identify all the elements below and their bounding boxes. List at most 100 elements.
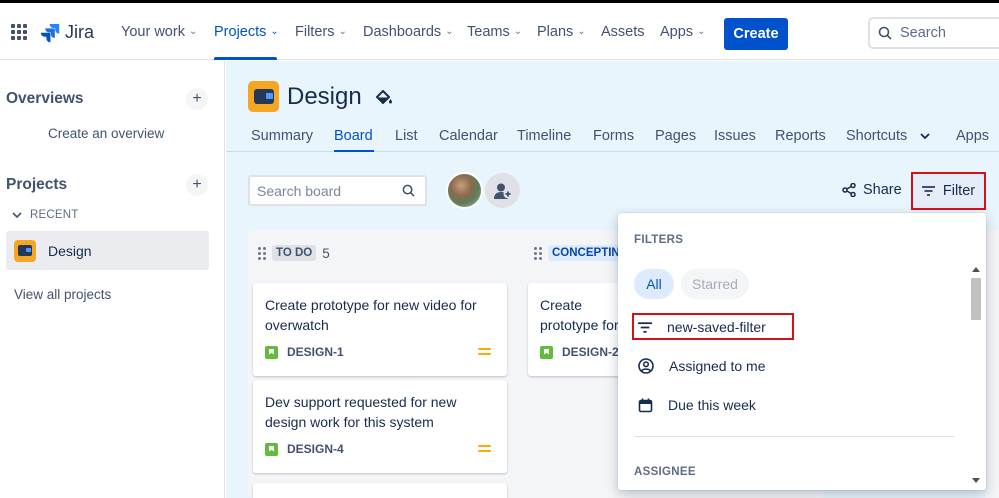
chevron-down-icon: ⌄ bbox=[188, 25, 198, 37]
drag-handle-icon[interactable] bbox=[534, 246, 542, 260]
filter-item-label: Assigned to me bbox=[669, 358, 766, 374]
nav-label: Apps bbox=[660, 24, 694, 40]
global-search-input[interactable]: Search bbox=[868, 17, 999, 49]
chevron-down-icon: ⌄ bbox=[697, 25, 706, 37]
nav-dashboards[interactable]: Dashboards ⌄ bbox=[363, 24, 454, 40]
priority-medium-icon bbox=[478, 348, 491, 357]
dropdown-scrollbar[interactable] bbox=[968, 263, 984, 490]
sidebar-projects-heading: Projects bbox=[6, 176, 68, 193]
share-label: Share bbox=[863, 182, 902, 198]
tab-pages[interactable]: Pages bbox=[655, 128, 696, 144]
plus-icon: + bbox=[192, 90, 202, 107]
filter-item-due-this-week[interactable]: Due this week bbox=[638, 397, 756, 413]
chevron-down-icon: ⌄ bbox=[270, 25, 279, 37]
nav-projects[interactable]: Projects ⌄ bbox=[214, 24, 279, 40]
filter-item-assigned-to-me[interactable]: Assigned to me bbox=[638, 358, 766, 374]
filter-button[interactable]: Filter bbox=[911, 172, 986, 210]
priority-medium-icon bbox=[478, 445, 491, 454]
drag-handle-icon[interactable] bbox=[258, 246, 266, 260]
sidebar-project-label: Design bbox=[48, 242, 92, 259]
tab-board[interactable]: Board bbox=[334, 128, 373, 144]
paint-bucket-icon[interactable] bbox=[374, 88, 394, 108]
create-button[interactable]: Create bbox=[724, 18, 788, 50]
nav-active-indicator bbox=[214, 57, 277, 60]
project-wallet-icon bbox=[14, 239, 36, 262]
share-button[interactable]: Share bbox=[842, 182, 902, 198]
chevron-down-icon: ⌄ bbox=[445, 25, 454, 37]
filter-icon bbox=[921, 186, 935, 196]
issue-key: DESIGN-1 bbox=[287, 345, 344, 359]
story-icon bbox=[265, 345, 278, 359]
card-key: DESIGN-1 bbox=[265, 345, 344, 359]
card-key: DESIGN-2 bbox=[540, 345, 619, 359]
card-title: Create prototype for new video for overw… bbox=[265, 297, 477, 333]
tab-timeline[interactable]: Timeline bbox=[517, 128, 571, 144]
recent-section-toggle[interactable]: RECENT bbox=[12, 209, 78, 221]
project-tabs: Summary Board List Calendar Timeline For… bbox=[226, 125, 999, 153]
create-overview-link[interactable]: Create an overview bbox=[48, 126, 164, 141]
assignee-heading: ASSIGNEE bbox=[634, 466, 696, 478]
app-switcher-icon[interactable] bbox=[11, 24, 27, 40]
page-title: Design bbox=[287, 83, 362, 110]
view-all-projects-link[interactable]: View all projects bbox=[14, 287, 111, 302]
filter-item-label: new-saved-filter bbox=[667, 319, 766, 335]
filter-dropdown: FILTERS All Starred new-saved-filter Ass… bbox=[618, 213, 986, 490]
tab-forms[interactable]: Forms bbox=[593, 128, 634, 144]
nav-label: Your work bbox=[121, 24, 185, 40]
filter-pill-all[interactable]: All bbox=[634, 269, 674, 299]
board-column-todo: TO DO 5 Create prototype for new video f… bbox=[248, 230, 539, 498]
nav-label: Filters bbox=[295, 24, 335, 40]
issue-key: DESIGN-4 bbox=[287, 442, 344, 456]
nav-label: Teams bbox=[467, 24, 510, 40]
search-board-placeholder: Search board bbox=[257, 182, 342, 199]
jira-logo[interactable]: Jira bbox=[40, 22, 94, 43]
share-icon bbox=[842, 183, 856, 197]
filter-icon bbox=[638, 321, 652, 333]
board-card[interactable]: Create prototype for new video for overw… bbox=[253, 283, 507, 376]
column-header[interactable]: TO DO 5 bbox=[258, 245, 330, 261]
chevron-down-icon: ⌄ bbox=[513, 25, 523, 37]
card-key: DESIGN-4 bbox=[265, 442, 344, 456]
add-overview-button[interactable]: + bbox=[186, 88, 208, 110]
filter-label: Filter bbox=[942, 183, 976, 199]
filter-item-new-saved-filter[interactable]: new-saved-filter bbox=[638, 319, 766, 335]
scroll-down-arrow-icon[interactable] bbox=[972, 478, 980, 483]
top-navigation: Jira Your work ⌄ Projects ⌄ Filters ⌄ Dashb… bbox=[0, 3, 999, 60]
tab-list[interactable]: List bbox=[395, 128, 418, 144]
search-board-input[interactable]: Search board bbox=[248, 175, 427, 206]
chevron-down-icon[interactable] bbox=[920, 133, 930, 140]
scrollbar-thumb[interactable] bbox=[971, 278, 981, 320]
active-tab-indicator bbox=[334, 150, 374, 152]
chevron-down-icon: ⌄ bbox=[338, 25, 347, 37]
jira-logo-icon bbox=[40, 23, 60, 42]
nav-your-work[interactable]: Your work ⌄ bbox=[121, 24, 197, 40]
sidebar: Overviews + Create an overview Projects … bbox=[0, 61, 225, 498]
plus-icon: + bbox=[192, 176, 202, 193]
tab-shortcuts[interactable]: Shortcuts bbox=[846, 128, 907, 144]
tab-reports[interactable]: Reports bbox=[775, 128, 826, 144]
board-card[interactable] bbox=[253, 483, 507, 498]
tab-apps[interactable]: Apps bbox=[956, 128, 989, 144]
nav-apps[interactable]: Apps ⌄ bbox=[660, 24, 705, 40]
add-project-button[interactable]: + bbox=[186, 174, 208, 196]
column-count: 5 bbox=[322, 245, 330, 261]
nav-label: Projects bbox=[214, 24, 267, 40]
column-name: TO DO bbox=[272, 245, 317, 261]
sidebar-item-design[interactable]: Design bbox=[6, 231, 209, 270]
nav-filters[interactable]: Filters ⌄ bbox=[295, 24, 347, 40]
search-placeholder: Search bbox=[900, 25, 946, 41]
user-circle-icon bbox=[638, 358, 654, 374]
add-people-button[interactable] bbox=[485, 173, 520, 208]
nav-teams[interactable]: Teams ⌄ bbox=[467, 24, 522, 40]
nav-plans[interactable]: Plans ⌄ bbox=[537, 24, 586, 40]
board-card[interactable]: Dev support requested for new design wor… bbox=[253, 380, 507, 473]
avatar[interactable] bbox=[446, 172, 483, 209]
scroll-up-arrow-icon[interactable] bbox=[972, 267, 980, 272]
issue-key: DESIGN-2 bbox=[562, 345, 619, 359]
tab-calendar[interactable]: Calendar bbox=[439, 128, 498, 144]
filter-pill-starred[interactable]: Starred bbox=[681, 269, 749, 299]
tab-summary[interactable]: Summary bbox=[251, 128, 313, 144]
search-icon bbox=[878, 26, 892, 40]
tab-issues[interactable]: Issues bbox=[714, 128, 756, 144]
nav-assets[interactable]: Assets bbox=[601, 24, 645, 40]
